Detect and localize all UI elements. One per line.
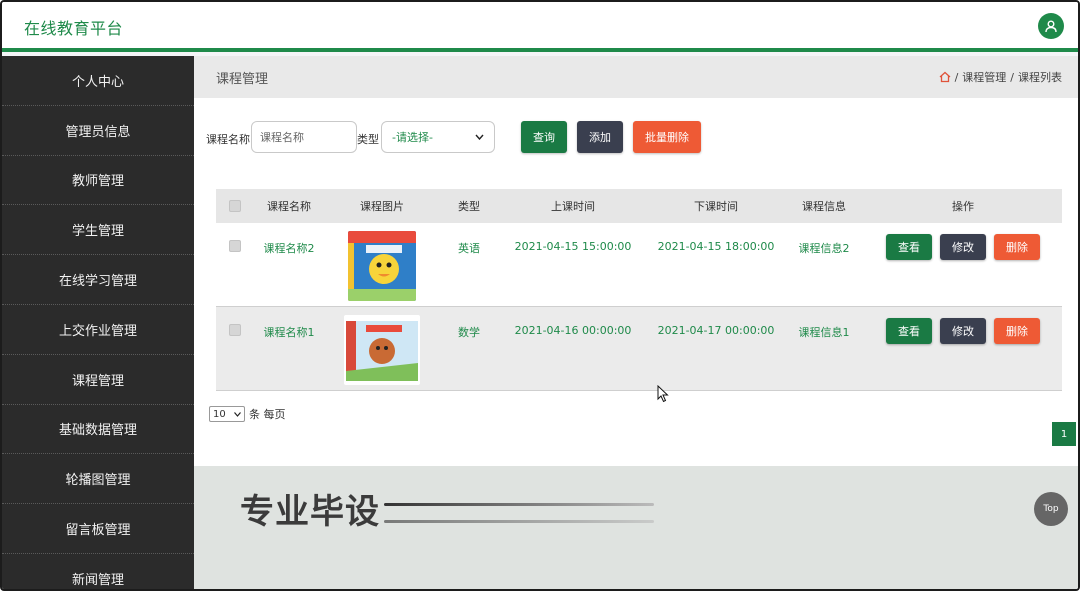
sidebar-item-carousel[interactable]: 轮播图管理	[2, 454, 194, 505]
sidebar-item-label: 上交作业管理	[58, 323, 137, 339]
sidebar-item-label: 基础数据管理	[58, 423, 137, 439]
user-icon	[1045, 20, 1057, 33]
col-header: 课程名称	[267, 200, 311, 213]
page-number-button[interactable]: 1	[1052, 422, 1076, 446]
add-button[interactable]: 添加	[577, 121, 623, 153]
app-window: 在线教育平台 个人中心 管理员信息 教师管理 学生管理 在线学习管理 上交作业管…	[0, 0, 1080, 591]
watermark-line	[384, 503, 654, 506]
course-image[interactable]	[348, 231, 416, 301]
per-page-value: 10	[213, 408, 226, 420]
watermark-text: 专业毕设	[240, 492, 380, 532]
course-type-cell: 数学	[458, 326, 480, 339]
col-header: 课程信息	[802, 200, 846, 213]
sidebar-item-label: 新闻管理	[71, 572, 124, 588]
sidebar-item-courses[interactable]: 课程管理	[2, 355, 194, 405]
sidebar-item-label: 教师管理	[71, 174, 124, 190]
breadcrumb: / 课程管理 / 课程列表	[939, 69, 1062, 85]
chevron-down-icon	[475, 134, 484, 140]
row-checkbox[interactable]	[229, 324, 241, 336]
sidebar-item-teachers[interactable]: 教师管理	[2, 156, 194, 206]
table-header: 课程名称 课程图片 类型 上课时间 下课时间 课程信息 操作	[216, 189, 1062, 223]
course-info-cell[interactable]: 课程信息1	[784, 307, 864, 340]
sidebar-item-label: 学生管理	[71, 224, 124, 240]
course-name-cell[interactable]: 课程名称2	[254, 223, 324, 256]
sidebar-item-label: 轮播图管理	[65, 473, 131, 489]
course-type-cell: 英语	[458, 242, 480, 255]
edit-button[interactable]: 修改	[940, 234, 986, 260]
start-time-cell: 2021-04-15 15:00:00	[514, 240, 632, 253]
view-button[interactable]: 查看	[886, 318, 932, 344]
col-header: 类型	[458, 200, 480, 213]
sidebar-item-base-data[interactable]: 基础数据管理	[2, 405, 194, 455]
edit-button[interactable]: 修改	[940, 318, 986, 344]
sidebar: 个人中心 管理员信息 教师管理 学生管理 在线学习管理 上交作业管理 课程管理 …	[2, 56, 194, 589]
query-button[interactable]: 查询	[521, 121, 567, 153]
sidebar-item-message-board[interactable]: 留言板管理	[2, 504, 194, 554]
row-checkbox[interactable]	[229, 240, 241, 252]
chevron-down-icon	[234, 411, 241, 417]
batch-delete-button[interactable]: 批量删除	[633, 121, 701, 153]
course-info-cell[interactable]: 课程信息2	[784, 223, 864, 256]
course-table: 课程名称 课程图片 类型 上课时间 下课时间 课程信息 操作 课程名称2 英语 …	[216, 189, 1062, 391]
sidebar-item-news[interactable]: 新闻管理	[2, 554, 194, 589]
back-to-top-button[interactable]: Top	[1034, 492, 1068, 526]
end-time-cell: 2021-04-15 18:00:00	[657, 240, 775, 253]
page-title: 课程管理	[216, 72, 269, 87]
breadcrumb-item: 课程列表	[1018, 71, 1062, 84]
home-icon[interactable]	[939, 71, 951, 83]
per-page-control: 10 条 每页	[209, 406, 286, 422]
table-row: 课程名称2 英语 2021-04-15 15:00:00 2021-04-15 …	[216, 223, 1062, 307]
sidebar-item-profile[interactable]: 个人中心	[2, 56, 194, 106]
type-select-value: -请选择-	[392, 131, 433, 144]
per-page-suffix: 条 每页	[249, 408, 286, 421]
sidebar-item-label: 在线学习管理	[58, 274, 137, 290]
view-button[interactable]: 查看	[886, 234, 932, 260]
title-bar: 课程管理 / 课程管理 / 课程列表	[194, 56, 1078, 98]
col-header: 下课时间	[694, 200, 738, 213]
type-select[interactable]: -请选择-	[381, 121, 495, 153]
sidebar-item-admin-info[interactable]: 管理员信息	[2, 106, 194, 156]
content-panel: 课程管理 / 课程管理 / 课程列表 课程名称 课程名称 类型 -请选择- 查询…	[194, 56, 1078, 466]
course-name-label: 课程名称	[206, 133, 250, 146]
sidebar-item-students[interactable]: 学生管理	[2, 205, 194, 256]
course-image[interactable]	[344, 315, 420, 385]
sidebar-item-label: 课程管理	[71, 373, 124, 389]
breadcrumb-item[interactable]: 课程管理	[962, 69, 1006, 85]
sidebar-item-label: 个人中心	[71, 74, 124, 90]
top-header: 在线教育平台	[2, 2, 1078, 52]
per-page-select[interactable]: 10	[209, 406, 245, 422]
col-header: 上课时间	[551, 200, 595, 213]
delete-button[interactable]: 删除	[994, 234, 1040, 260]
brand-title: 在线教育平台	[24, 19, 124, 38]
table-row: 课程名称1 数学 2021-04-16 00:00:00 2021-04-17 …	[216, 307, 1062, 391]
select-all-checkbox[interactable]	[229, 200, 241, 212]
sidebar-item-homework[interactable]: 上交作业管理	[2, 305, 194, 355]
start-time-cell: 2021-04-16 00:00:00	[514, 324, 632, 337]
col-header: 课程图片	[360, 200, 404, 213]
course-name-cell[interactable]: 课程名称1	[254, 307, 324, 340]
sidebar-item-label: 留言板管理	[65, 523, 131, 539]
sidebar-item-online-learning[interactable]: 在线学习管理	[2, 255, 194, 305]
type-label: 类型	[357, 133, 379, 146]
delete-button[interactable]: 删除	[994, 318, 1040, 344]
watermark-line	[384, 520, 654, 523]
sidebar-item-label: 管理员信息	[65, 124, 131, 140]
mouse-cursor-icon	[657, 385, 669, 403]
end-time-cell: 2021-04-17 00:00:00	[657, 324, 775, 337]
user-avatar-button[interactable]	[1038, 13, 1064, 39]
course-name-input[interactable]: 课程名称	[251, 121, 357, 153]
col-header: 操作	[952, 200, 974, 213]
